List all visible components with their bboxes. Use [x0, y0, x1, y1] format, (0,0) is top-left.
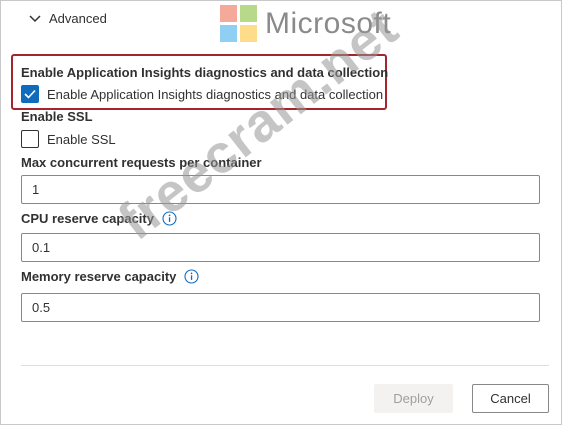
max-requests-input[interactable]: 1	[21, 175, 540, 204]
advanced-label: Advanced	[49, 11, 107, 26]
deploy-button[interactable]: Deploy	[374, 384, 453, 413]
cpu-reserve-label: CPU reserve capacity	[21, 211, 154, 226]
memory-reserve-input[interactable]: 0.5	[21, 293, 540, 322]
logo-square-red	[220, 5, 237, 22]
ssl-checkbox[interactable]	[21, 130, 39, 148]
app-insights-checkbox-row[interactable]: Enable Application Insights diagnostics …	[21, 85, 383, 103]
microsoft-logo: Microsoft	[220, 5, 391, 42]
footer-divider	[21, 365, 549, 366]
logo-square-green	[240, 5, 257, 22]
logo-square-yellow	[240, 25, 257, 42]
cancel-button[interactable]: Cancel	[472, 384, 549, 413]
max-requests-label: Max concurrent requests per container	[21, 155, 262, 170]
app-insights-heading: Enable Application Insights diagnostics …	[21, 65, 389, 80]
app-insights-checkbox-label: Enable Application Insights diagnostics …	[47, 86, 384, 102]
info-icon[interactable]	[162, 211, 177, 226]
checkmark-icon	[24, 89, 36, 99]
app-insights-checkbox[interactable]	[21, 85, 39, 103]
microsoft-logo-text: Microsoft	[265, 6, 392, 40]
chevron-down-icon	[29, 14, 41, 23]
memory-reserve-label-row: Memory reserve capacity	[21, 269, 199, 284]
info-icon[interactable]	[184, 269, 199, 284]
cpu-reserve-input[interactable]: 0.1	[21, 233, 540, 262]
ssl-checkbox-row[interactable]: Enable SSL	[21, 130, 116, 148]
microsoft-logo-squares	[220, 5, 257, 42]
ssl-heading: Enable SSL	[21, 109, 93, 124]
logo-square-blue	[220, 25, 237, 42]
cpu-reserve-label-row: CPU reserve capacity	[21, 211, 177, 226]
advanced-section-toggle[interactable]: Advanced	[29, 11, 107, 26]
ssl-checkbox-label: Enable SSL	[47, 131, 116, 147]
advanced-settings-panel: Advanced Microsoft Enable Application In…	[0, 0, 562, 425]
memory-reserve-label: Memory reserve capacity	[21, 269, 177, 284]
